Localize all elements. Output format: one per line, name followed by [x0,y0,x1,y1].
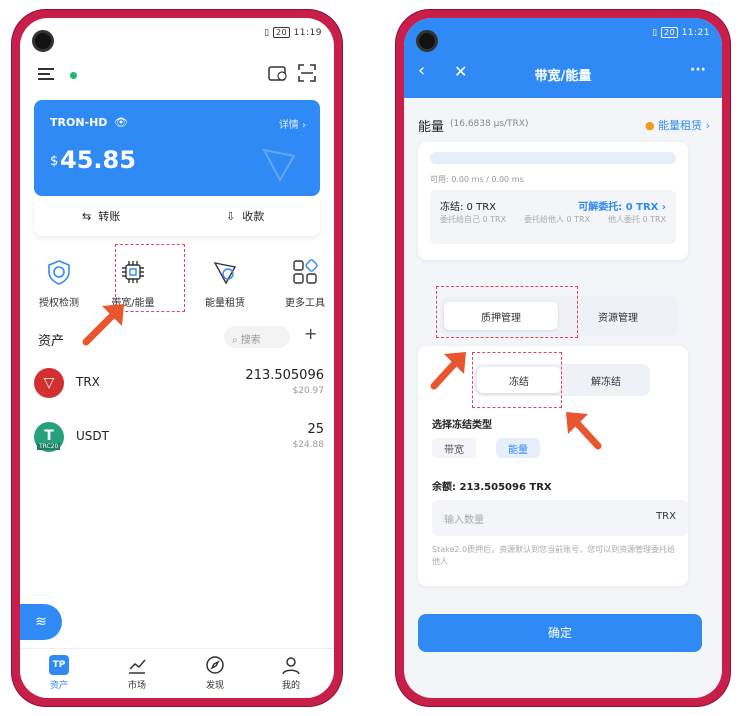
chart-icon [127,655,147,675]
pointer-arrow-right [566,412,602,450]
wallet-icon: TP [49,655,69,675]
tool-energy-rent[interactable]: 能量租赁 [190,258,260,309]
asset-symbol: USDT [76,429,109,443]
bottom-nav: TP 资产 市场 发现 我的 [20,648,334,698]
freeze-type-title: 选择冻结类型 [432,420,492,431]
trx-logo-icon: ▽ [34,368,64,398]
asset-row-trx[interactable]: ▽ TRX 213.505096 $20.97 [34,364,324,404]
asset-value: $24.88 [292,440,325,450]
highlight-box-stake-tab [436,286,578,338]
asset-symbol: TRX [76,375,100,389]
vibrate-icon: ▯ [652,28,658,38]
camera-hole [32,30,54,52]
scan-icon[interactable] [298,64,316,86]
amount-input[interactable]: 输入数量 TRX [432,500,688,536]
add-asset-icon[interactable]: + [304,324,317,343]
compass-icon [205,655,225,675]
wallet-home-screen: ▯ 20 11:19 TRON-HD 👁 详情 › $ 45.85 ⇆ 转账 ⇩… [20,18,334,698]
phone-left: ▯ 20 11:19 TRON-HD 👁 详情 › $ 45.85 ⇆ 转账 ⇩… [12,10,342,706]
nav-assets[interactable]: TP 资产 [34,655,84,691]
frozen-amount: 冻结: 0 TRX [440,202,496,213]
asset-amount: 213.505096 [245,368,324,383]
delegate-others: 委托给他人 0 TRX [524,215,591,224]
page-title: 带宽/能量 [534,69,592,84]
energy-available: 可用: 0.00 ms / 0.00 ms [430,175,524,184]
amount-placeholder: 输入数量 [444,515,484,526]
pointer-arrow-left [430,352,466,390]
nav-discover[interactable]: 发现 [190,655,240,691]
energy-rate: (16.6838 μs/TRX) [450,119,529,129]
amount-unit: TRX [656,511,676,522]
wallet-card[interactable]: TRON-HD 👁 详情 › $ 45.85 [34,100,320,196]
phone-right: ▯ 20 11:21 ‹ ✕ 带宽/能量 ··· 能量 (16.6838 μs/… [396,10,730,706]
asset-row-usdt[interactable]: T TRC20 USDT 25 $24.88 [34,418,324,458]
menu-icon[interactable] [38,66,56,85]
network-status-dot [70,72,77,79]
nav-market[interactable]: 市场 [112,655,162,691]
asset-amount: 25 [307,422,324,437]
add-wallet-icon[interactable] [268,64,288,86]
wallet-name: TRON-HD [50,116,108,129]
asset-search-input[interactable]: ⌕ 搜索 [224,326,290,348]
delegatable-link[interactable]: 可解委托: 0 TRX › [578,198,666,213]
delegate-in: 他人委托 0 TRX [608,215,667,224]
energy-progress-bar [430,152,676,164]
wallet-balance: 45.85 [60,146,136,174]
energy-rent-icon [211,258,239,286]
grid-icon [291,258,319,286]
energy-rent-link[interactable]: ● 能量租赁 › [645,117,710,133]
status-bar: ▯ 20 11:19 [264,27,322,38]
status-time: 11:19 [293,28,322,38]
currency-symbol: $ [50,154,59,169]
energy-coin-icon: ● [644,119,655,132]
battery-icon: 20 [661,27,679,38]
receive-button[interactable]: ⇩ 收款 [226,208,264,224]
energy-card: 可用: 0.00 ms / 0.00 ms 冻结: 0 TRX 可解委托: 0 … [418,142,688,260]
confirm-button[interactable]: 确定 [418,614,702,652]
status-bar: ▯ 20 11:21 [652,27,710,38]
freeze-summary: 冻结: 0 TRX 可解委托: 0 TRX › 委托给自己 0 TRX 委托给他… [430,190,676,244]
tron-logo-icon [260,144,300,188]
status-time: 11:21 [681,28,710,38]
wallet-detail-link[interactable]: 详情 › [279,116,306,131]
vibrate-icon: ▯ [264,28,270,38]
stake-note: Stake2.0质押后，资源默认到您当前账号，您可以到资源管理委托给他人 [432,545,676,566]
trc20-badge: TRC20 [37,443,61,450]
highlight-box-freeze [472,352,562,408]
bandwidth-energy-screen: ▯ 20 11:21 ‹ ✕ 带宽/能量 ··· 能量 (16.6838 μs/… [404,18,722,698]
floating-walletconnect-button[interactable]: ≋ [20,604,62,640]
delegate-self: 委托给自己 0 TRX [440,215,507,224]
wallet-actions: ⇆ 转账 ⇩ 收款 [34,196,320,236]
transfer-button[interactable]: ⇆ 转账 [82,208,120,224]
user-icon [281,655,301,675]
battery-icon: 20 [273,27,291,38]
energy-label: 能量 [418,120,445,135]
more-icon[interactable]: ··· [690,62,706,78]
pointer-arrow [82,304,124,346]
type-bandwidth-button[interactable]: 带宽 [432,438,476,458]
asset-value: $20.97 [292,386,325,396]
header-bar: ▯ 20 11:21 ‹ ✕ 带宽/能量 ··· [404,18,722,98]
nav-mine[interactable]: 我的 [266,655,316,691]
tool-more[interactable]: 更多工具 [270,258,334,309]
unfreeze-button[interactable]: 解冻结 [564,367,648,393]
shield-check-icon [45,258,73,286]
tab-resource-management[interactable]: 资源管理 [562,302,674,330]
eye-icon[interactable]: 👁 [114,116,128,129]
balance-text: 余额: 213.505096 TRX [432,482,552,493]
assets-title: 资产 [38,334,65,349]
camera-hole [416,30,438,52]
type-energy-button[interactable]: 能量 [496,438,540,458]
